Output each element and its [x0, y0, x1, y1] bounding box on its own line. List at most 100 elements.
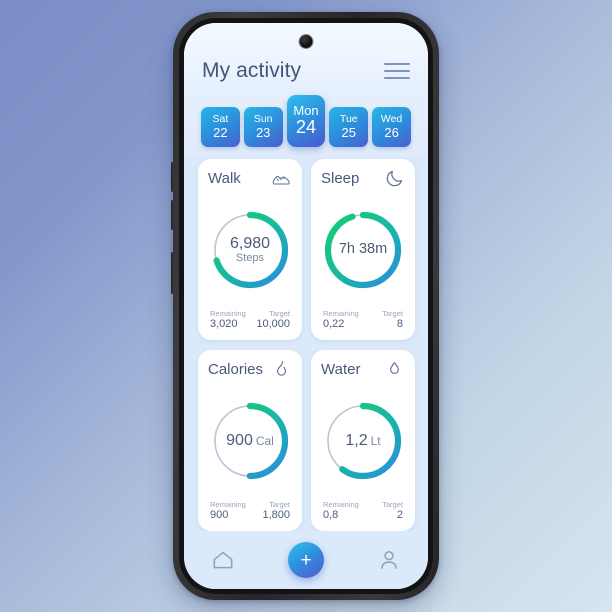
hamburger-menu-icon[interactable]	[384, 60, 410, 82]
day-chip-weekday: Sun	[253, 113, 273, 126]
remaining-value: 0,8	[323, 509, 339, 522]
ring-value: 900	[226, 431, 253, 449]
card-title: Water	[321, 361, 361, 378]
day-chip-sun[interactable]: Sun 23	[243, 107, 283, 147]
day-chip-weekday: Mon	[293, 103, 319, 119]
remaining-label-group: Remaining 900	[210, 500, 246, 523]
water-drop-icon	[384, 359, 405, 380]
menu-bar	[384, 70, 410, 72]
remaining-label: Remaining	[210, 308, 246, 318]
page-title: My activity	[202, 59, 302, 82]
card-title: Sleep	[321, 170, 360, 187]
day-chip-mon[interactable]: Mon 24	[286, 95, 326, 147]
ring-value-row: 900 Cal	[226, 431, 274, 450]
side-button-volume-up[interactable]	[171, 162, 174, 192]
progress-ring-wrapper: 900 Cal	[208, 380, 292, 500]
metric-cards-grid: Walk 6,980 Steps Remaining 3,020 Target 10,000…	[184, 157, 428, 531]
status-bar	[184, 23, 428, 57]
card-footer: Remaining 3,020 Target 10,000	[208, 309, 292, 332]
day-chip-date: 25	[341, 124, 357, 140]
ring-unit: Cal	[255, 433, 274, 448]
day-chip-weekday: Wed	[380, 113, 403, 126]
metric-card-calories[interactable]: Calories 900 Cal Remaining 900 Target 1,800	[198, 350, 302, 531]
day-chip-weekday: Sat	[212, 113, 229, 126]
remaining-value: 900	[210, 509, 229, 522]
remaining-label: Remaining	[323, 499, 359, 509]
menu-bar	[384, 63, 410, 65]
card-header: Water	[321, 359, 405, 380]
app-header: My activity	[184, 57, 428, 83]
target-label: Target	[269, 308, 290, 318]
target-label-group: Target 2	[382, 500, 403, 523]
card-footer: Remaining 0,8 Target 2	[321, 500, 405, 523]
phone-frame: My activity Sat 22 Sun 23 Mon 24 Tue 25 Wed 26 Wa…	[171, 12, 439, 600]
target-label-group: Target 1,800	[262, 500, 290, 523]
progress-ring: 900 Cal	[208, 399, 292, 483]
card-header: Walk	[208, 168, 292, 189]
target-label-group: Target 10,000	[256, 309, 290, 332]
progress-ring: 6,980 Steps	[208, 208, 292, 292]
day-chip-date: 24	[295, 117, 316, 138]
side-button-power[interactable]	[171, 252, 174, 294]
day-chip-weekday: Tue	[339, 113, 358, 126]
target-value: 10,000	[256, 318, 290, 331]
day-chip-tue[interactable]: Tue 25	[329, 107, 369, 147]
ring-unit: Steps	[235, 251, 265, 264]
ring-center-readout: 1,2 Lt	[321, 399, 405, 483]
metric-card-walk[interactable]: Walk 6,980 Steps Remaining 3,020 Target 10,000	[198, 159, 302, 340]
card-footer: Remaining 0,22 Target 8	[321, 309, 405, 332]
remaining-value: 0,22	[323, 318, 345, 331]
target-label: Target	[269, 499, 290, 509]
bottom-navigation-bar: +	[184, 531, 428, 589]
user-profile-icon[interactable]	[376, 547, 402, 573]
front-camera-icon	[299, 35, 313, 48]
moon-icon	[384, 168, 405, 189]
ring-value: 1,2	[345, 431, 368, 449]
ring-value-row: 1,2 Lt	[345, 431, 381, 450]
target-label-group: Target 8	[382, 309, 403, 332]
target-value: 2	[396, 509, 403, 522]
remaining-label-group: Remaining 3,020	[210, 309, 246, 332]
day-chip-date: 26	[384, 124, 399, 140]
target-value: 8	[396, 318, 403, 331]
add-button[interactable]: +	[288, 542, 324, 578]
card-title: Calories	[208, 361, 264, 378]
day-chip-date: 22	[213, 124, 228, 140]
metric-card-water[interactable]: Water 1,2 Lt Remaining 0,8 Target 2	[311, 350, 415, 531]
remaining-label: Remaining	[323, 308, 359, 318]
home-icon[interactable]	[210, 547, 236, 573]
progress-ring-wrapper: 1,2 Lt	[321, 380, 405, 500]
target-value: 1,800	[262, 509, 290, 522]
ring-center-readout: 7h 38m	[321, 208, 405, 292]
target-label: Target	[382, 308, 403, 318]
day-chip-date: 23	[255, 124, 271, 140]
card-header: Sleep	[321, 168, 405, 189]
ring-center-readout: 6,980 Steps	[208, 208, 292, 292]
remaining-label-group: Remaining 0,8	[323, 500, 359, 523]
menu-bar	[384, 77, 410, 79]
card-header: Calories	[208, 359, 292, 380]
ring-value: 6,980	[229, 234, 271, 252]
progress-ring: 1,2 Lt	[321, 399, 405, 483]
day-chip-wed[interactable]: Wed 26	[372, 107, 411, 147]
phone-screen: My activity Sat 22 Sun 23 Mon 24 Tue 25 Wed 26 Wa…	[184, 23, 428, 589]
ring-center-readout: 900 Cal	[208, 399, 292, 483]
progress-ring: 7h 38m	[321, 208, 405, 292]
metric-card-sleep[interactable]: Sleep 7h 38m Remaining 0,22 Target 8	[311, 159, 415, 340]
card-footer: Remaining 900 Target 1,800	[208, 500, 292, 523]
flame-icon	[271, 359, 292, 380]
side-button-volume-down[interactable]	[171, 200, 174, 230]
day-chip-sat[interactable]: Sat 22	[201, 107, 240, 147]
ring-value-row: 7h 38m	[339, 242, 387, 257]
add-button-label: +	[300, 549, 312, 571]
sneaker-icon	[271, 168, 292, 189]
target-label: Target	[382, 499, 403, 509]
ring-value: 7h 38m	[338, 241, 388, 258]
ring-unit: Lt	[370, 433, 381, 448]
progress-ring-wrapper: 6,980 Steps	[208, 189, 292, 309]
card-title: Walk	[208, 170, 241, 187]
remaining-label: Remaining	[210, 499, 246, 509]
progress-ring-wrapper: 7h 38m	[321, 189, 405, 309]
remaining-label-group: Remaining 0,22	[323, 309, 359, 332]
remaining-value: 3,020	[210, 318, 238, 331]
